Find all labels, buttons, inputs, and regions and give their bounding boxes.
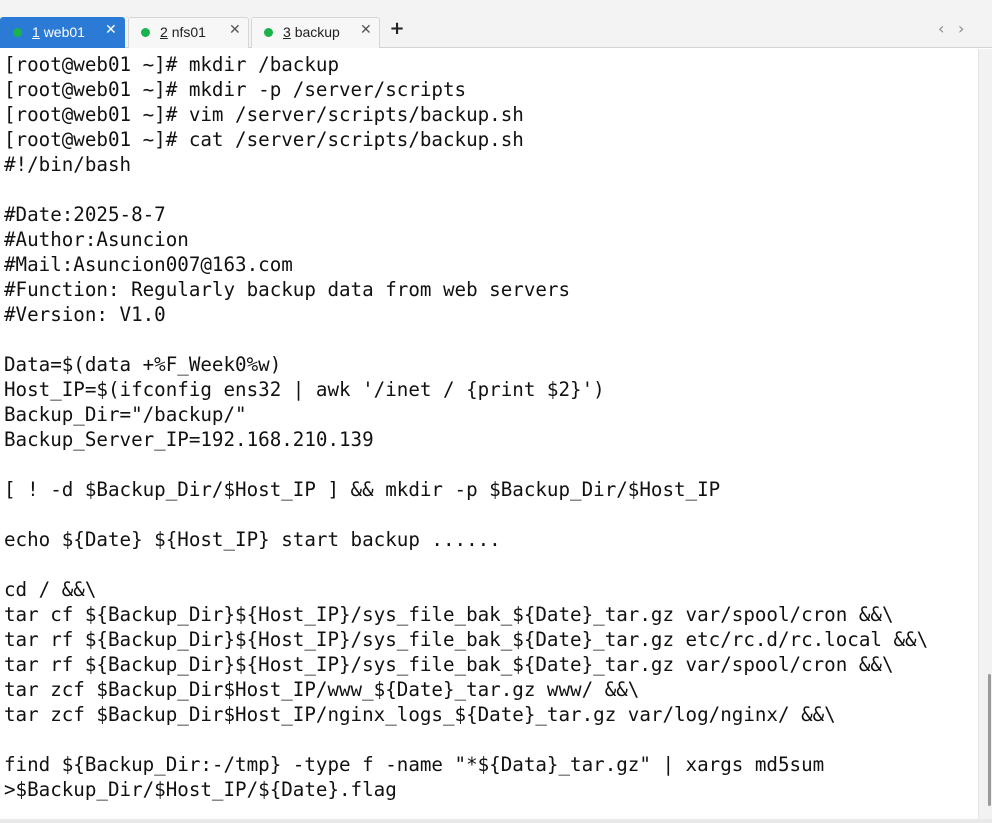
terminal-line: find ${Backup_Dir:-/tmp} -type f -name "… (4, 753, 825, 776)
tab-number: 3 (283, 24, 291, 40)
terminal-line: Backup_Dir="/backup/" (4, 403, 247, 426)
terminal-line: tar zcf $Backup_Dir$Host_IP/nginx_logs_$… (4, 703, 836, 726)
status-dot-icon (264, 28, 273, 37)
tab-number: 2 (160, 24, 168, 40)
terminal-line: Data=$(data +%F_Week0%w) (4, 353, 282, 376)
terminal-app-window: 1 web01 ✕ 2 nfs01 ✕ 3 backup ✕ + ‹ › [ro… (0, 0, 992, 823)
terminal-line: #Version: V1.0 (4, 303, 166, 326)
terminal-line: [root@web01 ~]# mkdir -p /server/scripts (4, 78, 467, 101)
tab-title: web01 (43, 24, 85, 40)
close-icon[interactable]: ✕ (229, 22, 241, 38)
scrollbar-thumb[interactable] (988, 674, 991, 806)
tab-web01[interactable]: 1 web01 ✕ (0, 17, 125, 48)
tab-label: 1 web01 (32, 24, 85, 40)
terminal-line: #!/bin/bash (4, 153, 132, 176)
terminal-line: [root@web01 ~]# mkdir /backup (4, 53, 340, 76)
status-dot-icon (13, 28, 22, 37)
session-tab-bar: 1 web01 ✕ 2 nfs01 ✕ 3 backup ✕ + ‹ › (0, 10, 992, 48)
plus-icon[interactable]: + (388, 20, 406, 38)
chevron-right-icon[interactable]: › (958, 20, 964, 38)
terminal-line: [root@web01 ~]# vim /server/scripts/back… (4, 103, 524, 126)
window-bottom-border (0, 819, 992, 823)
terminal-line: Backup_Server_IP=192.168.210.139 (4, 428, 374, 451)
close-icon[interactable]: ✕ (360, 22, 372, 38)
tab-nfs01[interactable]: 2 nfs01 ✕ (128, 17, 249, 48)
tab-label: 2 nfs01 (160, 24, 206, 40)
chevron-left-icon[interactable]: ‹ (938, 20, 944, 38)
status-dot-icon (141, 28, 150, 37)
terminal-line: #Mail:Asuncion007@163.com (4, 253, 293, 276)
terminal-line: >$Backup_Dir/$Host_IP/${Date}.flag (4, 778, 397, 801)
tab-label: 3 backup (283, 24, 340, 40)
tab-backup[interactable]: 3 backup ✕ (251, 17, 380, 48)
terminal-line: [ ! -d $Backup_Dir/$Host_IP ] && mkdir -… (4, 478, 721, 501)
terminal-line: echo ${Date} ${Host_IP} start backup ...… (4, 528, 501, 551)
terminal-line: [root@web01 ~]# cat /server/scripts/back… (4, 128, 524, 151)
terminal-line: #Function: Regularly backup data from we… (4, 278, 571, 301)
close-icon[interactable]: ✕ (105, 22, 117, 38)
terminal-line: Host_IP=$(ifconfig ens32 | awk '/inet / … (4, 378, 605, 401)
terminal-line: #Author:Asuncion (4, 228, 189, 251)
vertical-scrollbar[interactable] (978, 49, 992, 819)
terminal-line: tar zcf $Backup_Dir$Host_IP/www_${Date}_… (4, 678, 640, 701)
terminal-line: cd / &&\ (4, 578, 97, 601)
terminal-line: tar rf ${Backup_Dir}${Host_IP}/sys_file_… (4, 628, 929, 651)
terminal-line: tar cf ${Backup_Dir}${Host_IP}/sys_file_… (4, 603, 894, 626)
terminal-line: tar rf ${Backup_Dir}${Host_IP}/sys_file_… (4, 653, 894, 676)
terminal-line: #Date:2025-8-7 (4, 203, 166, 226)
tab-number: 1 (32, 24, 40, 40)
tab-title: nfs01 (171, 24, 206, 40)
terminal-output[interactable]: [root@web01 ~]# mkdir /backup [root@web01… (0, 49, 978, 819)
tab-title: backup (294, 24, 340, 40)
